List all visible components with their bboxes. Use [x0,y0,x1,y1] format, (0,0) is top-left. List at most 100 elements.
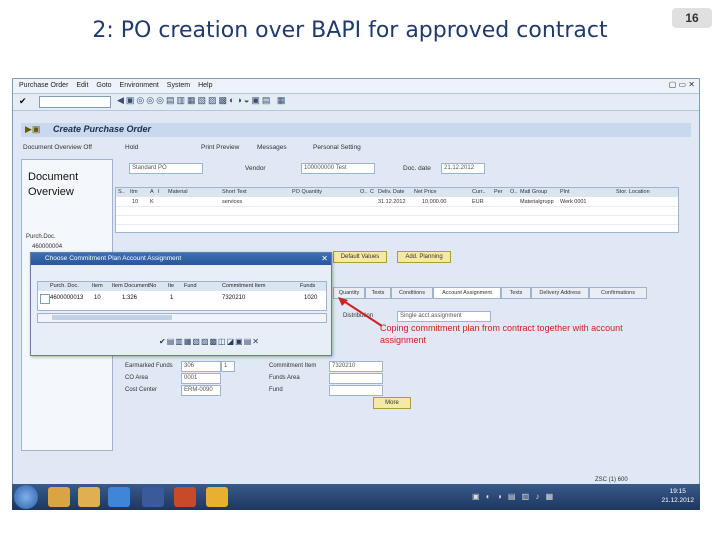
doc-type-field[interactable]: Standard PO [129,163,203,174]
dialog-title: Choose Commitment Plan Account Assignmen… [45,255,182,262]
dcol-purch-doc: Purch. Doc. [50,283,79,289]
fund-field[interactable] [329,385,383,396]
menu-edit[interactable]: Edit [76,79,88,93]
folder-icon[interactable] [48,487,70,507]
drow-purch-doc: 4600000013 [50,295,84,301]
col-deliv-date: Deliv. Date [378,189,405,195]
tab-account-assignment[interactable]: Account Assignment [433,287,501,299]
windows-taskbar: ▣ ◐ ◑ ▤ ▥ ♪ ▦ 19:15 21.12.2012 [12,484,700,510]
commitment-plan-dialog: Choose Commitment Plan Account Assignmen… [30,252,332,356]
tab-confirmations[interactable]: Confirmations [589,287,647,299]
col-plant: Plnt [560,189,570,195]
row-deliv-date: 31.12.2012 [378,199,406,205]
table-row[interactable] [116,207,678,216]
table-row[interactable]: 10 K services 31.12.2012 10,000.00 EUR M… [116,198,678,207]
drow-commitment-item: 7320210 [222,295,246,301]
col-short-text: Short Text [222,189,247,195]
screen-title: Create Purchase Order [53,124,152,134]
save-icon[interactable] [142,487,164,507]
col-acct: A [150,189,154,195]
commitment-item-field[interactable]: 7320210 [329,361,383,372]
earmarked-item-field[interactable]: 1 [221,361,235,372]
command-field[interactable] [39,96,111,108]
row-net-price: 10,000.00 [422,199,447,205]
system-tray-icons[interactable]: ▣ ◐ ◑ ▤ ▥ ♪ ▦ [472,492,555,501]
co-area-field[interactable]: 0001 [181,373,221,384]
item-detail-tabs: Quantity Texts Conditions Account Assign… [333,287,697,299]
annotation-arrow [338,297,383,327]
annotation-text: Coping commitment plan from contract tog… [380,323,623,345]
close-icon[interactable]: ✕ [321,253,328,265]
dcol-item: Item [92,283,103,289]
row-plant: Werk 0001 [560,199,587,205]
toolbar-icons[interactable]: ◀▣◎◎◎▤▥▦▧▨▩◐◑◒▣▤ ▦ [117,95,287,106]
messages-button[interactable]: Messages [257,144,287,151]
earmarked-label: Earmarked Funds [125,363,173,369]
dialog-toolbar-icons[interactable]: ✔▤▥▦▧▨▩◫◪▣▤✕ [159,337,260,346]
personal-setting-button[interactable]: Personal Setting [313,144,361,151]
start-button[interactable] [14,485,38,509]
col-per: Per [494,189,503,195]
col-status: S.. [118,189,125,195]
vendor-field[interactable]: 100000000 Test [301,163,375,174]
menu-purchase-order[interactable]: Purchase Order [19,79,68,93]
col-i: I [158,189,160,195]
more-button[interactable]: More [373,397,411,409]
funds-area-field[interactable] [329,373,383,384]
doc-date-field[interactable]: 21.12.2012 [441,163,485,174]
col-material: Material [168,189,188,195]
nav-doc-1[interactable]: 460000004 [32,244,62,250]
col-net-price: Net Price [414,189,437,195]
app-icon[interactable] [78,487,100,507]
vendor-label: Vendor [245,165,266,172]
print-preview-button[interactable]: Print Preview [201,144,239,151]
enter-icon[interactable]: ✔ [19,96,27,107]
tab-conditions[interactable]: Conditions [391,287,433,299]
earmarked-field[interactable]: 306 [181,361,221,372]
distribution-field[interactable]: Single acct assignment [397,311,491,322]
dialog-horizontal-scrollbar[interactable] [37,313,327,323]
cost-center-field[interactable]: ERM-0090 [181,385,221,396]
dcol-ite: Ite [168,283,175,289]
sap-icon[interactable] [206,487,228,507]
screen-title-bar: ▶▣ Create Purchase Order [21,123,691,137]
menu-bar: Purchase Order Edit Goto Environment Sys… [13,79,699,94]
doc-overview-label: Document Overview [28,171,79,198]
standard-toolbar: ✔ ◀▣◎◎◎▤▥▦▧▨▩◐◑◒▣▤ ▦ [13,94,699,111]
default-values-button[interactable]: Default Values [333,251,387,263]
slide-title: 2: PO creation over BAPI for approved co… [92,18,608,43]
tab-texts-2[interactable]: Texts [501,287,531,299]
co-area-label: CO Area [125,375,149,381]
item-grid: S.. Itm A I Material Short Text PO Quant… [115,187,679,233]
hold-button[interactable]: Hold [125,144,138,151]
addl-planning-button[interactable]: Add. Planning [397,251,451,263]
status-bar-system: ZSC (1) 600 [595,477,628,483]
browser-icon[interactable] [108,487,130,507]
application-toolbar: Document Overview Off Hold Print Preview… [21,141,691,155]
cost-center-label: Cost Center [125,387,158,393]
col-item: Itm [130,189,138,195]
table-row[interactable]: 4600000013 10 1:326 1 7320210 1020 [38,294,326,304]
window-controls[interactable]: ▢ ▭ ✕ [669,80,695,89]
col-c: C [370,189,374,195]
table-row[interactable] [116,216,678,225]
menu-goto[interactable]: Goto [96,79,111,93]
menu-help[interactable]: Help [198,79,212,93]
col-o: O.. [360,189,368,195]
col-curr: Curr.. [472,189,486,195]
dcol-fund: Fund [184,283,197,289]
dialog-title-bar: Choose Commitment Plan Account Assignmen… [31,253,331,265]
col-po-qty: PO Quantity [292,189,322,195]
tab-delivery-address[interactable]: Delivery Address [531,287,589,299]
drow-ite: 1 [170,295,174,301]
powerpoint-icon[interactable] [174,487,196,507]
doc-overview-off-button[interactable]: Document Overview Off [23,144,92,151]
dialog-table-header: Purch. Doc. Item Item DocumentNo Ite Fun… [38,282,326,291]
menu-environment[interactable]: Environment [120,79,159,93]
row-matl-group: Materialgrupp [520,199,554,205]
drow-item: 10 [94,295,101,301]
item-grid-header: S.. Itm A I Material Short Text PO Quant… [116,188,678,197]
menu-system[interactable]: System [167,79,190,93]
commitment-item-label: Commitment Item [269,363,317,369]
scroll-thumb[interactable] [52,315,172,320]
